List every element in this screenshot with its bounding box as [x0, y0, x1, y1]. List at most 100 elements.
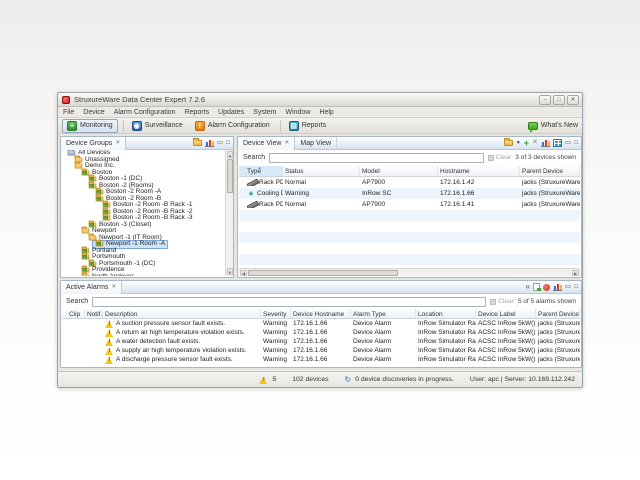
cell-description: A suction pressure sensor fault exists. — [103, 320, 261, 328]
clear-icon — [490, 299, 496, 305]
column-header-alarm-type[interactable]: Alarm Type — [351, 309, 416, 318]
tree-item-north-andover[interactable]: North Andover — [78, 273, 137, 277]
chart-icon[interactable] — [541, 139, 550, 147]
cell-device-label: ACSC InRow 5kW()172.16... — [476, 329, 536, 336]
device-row[interactable]: Cooling DeviceWarningInRow SC172.16.1.66… — [239, 188, 580, 199]
whats-new-icon — [528, 122, 538, 130]
alarm-row[interactable]: A water detection fault exists.Warning17… — [62, 337, 580, 346]
column-header-model[interactable]: Model — [360, 166, 438, 176]
cell-type: Rack PDU — [239, 179, 283, 186]
warning-icon — [259, 376, 268, 384]
whats-new-button[interactable]: What's New — [528, 122, 578, 130]
chart-icon[interactable] — [205, 139, 214, 147]
alarm-search-input[interactable] — [92, 297, 486, 307]
cell-parent-device: jacks (StruxureWare Data Cer — [520, 179, 580, 186]
device-row[interactable]: Rack PDUNormalAP7900172.16.1.42jacks (St… — [239, 177, 580, 188]
column-header-type[interactable]: Type — [239, 166, 283, 176]
cell-description: A supply air high temperature violation … — [103, 347, 261, 355]
minimize-icon[interactable]: ▭ — [565, 139, 571, 147]
device-clear-button[interactable]: Clear — [488, 154, 512, 161]
cell-text: A water detection fault exists. — [116, 338, 200, 345]
scroll-thumb[interactable] — [227, 159, 233, 193]
alarm-row[interactable]: A return air high temperature violation … — [62, 328, 580, 337]
menu-system[interactable]: System — [253, 109, 276, 116]
caret-down-icon[interactable]: ▼ — [516, 140, 521, 146]
device-table-hscrollbar[interactable]: ◀ ▶ — [239, 268, 580, 276]
minimize-icon[interactable]: ▭ — [217, 139, 223, 147]
device-table-header: TypeStatusModelHostnameParent Device — [239, 166, 580, 177]
scroll-right-icon[interactable]: ▶ — [572, 270, 579, 276]
column-header-description[interactable]: Description — [103, 309, 261, 318]
column-header-notif[interactable]: Notif... — [85, 309, 103, 318]
collapse-all-icon[interactable]: « — [525, 283, 529, 291]
tab-device-groups[interactable]: Device Groups ✕ — [61, 137, 126, 150]
menu-window[interactable]: Window — [286, 109, 311, 116]
menu-device[interactable]: Device — [83, 109, 104, 116]
workbench: Device Groups ✕ ▭ □ All DevicesUnassigne… — [58, 134, 582, 370]
warning-icon — [105, 329, 114, 337]
maximize-icon[interactable]: □ — [226, 139, 230, 147]
perspective-alarm-configuration[interactable]: !Alarm Configuration — [190, 119, 275, 133]
add-device-icon[interactable]: + — [524, 139, 529, 147]
column-header-device-hostname[interactable]: Device Hostname — [291, 309, 351, 318]
maximize-icon[interactable]: □ — [553, 95, 565, 105]
column-header-location[interactable]: Location — [416, 309, 476, 318]
menu-file[interactable]: File — [63, 109, 74, 116]
cell-severity: Warning — [261, 338, 291, 345]
perspective-monitoring[interactable]: +Monitoring — [62, 119, 118, 133]
menu-updates[interactable]: Updates — [218, 109, 244, 116]
scroll-up-icon[interactable]: ▲ — [227, 151, 233, 158]
close-icon[interactable]: ✕ — [115, 140, 120, 146]
device-row[interactable]: Rack PDUNormalAP7900172.16.1.41jacks (St… — [239, 199, 580, 210]
close-icon[interactable]: ✕ — [111, 284, 116, 290]
window-title: StruxureWare Data Center Expert 7.2.6 — [74, 95, 537, 104]
perspective-surveillance[interactable]: ◉Surveillance — [127, 119, 188, 133]
scroll-thumb[interactable] — [248, 270, 398, 276]
alarm-row[interactable]: A supply air high temperature violation … — [62, 346, 580, 355]
alarm-icon[interactable] — [543, 284, 550, 291]
table-icon[interactable] — [553, 139, 562, 147]
column-header-clip[interactable]: Clip — [62, 309, 85, 318]
alarm-clear-button[interactable]: Clear — [490, 298, 514, 305]
column-header-parent-device[interactable]: Parent Device — [536, 309, 580, 318]
discovery-icon — [345, 376, 352, 384]
scroll-down-icon[interactable]: ▼ — [227, 268, 233, 275]
title-bar[interactable]: StruxureWare Data Center Expert 7.2.6 – … — [58, 93, 582, 107]
chart-icon[interactable] — [553, 283, 562, 291]
column-header-parent-device[interactable]: Parent Device — [520, 166, 580, 176]
alarm-row[interactable]: A discharge pressure sensor fault exists… — [62, 355, 580, 364]
minimize-icon[interactable]: ▭ — [565, 283, 571, 291]
cell-status: Normal — [283, 201, 360, 208]
folder-icon[interactable] — [193, 140, 202, 146]
maximize-icon[interactable]: □ — [574, 283, 578, 291]
column-header-severity[interactable]: Severity — [261, 309, 291, 318]
menu-alarm-configuration[interactable]: Alarm Configuration — [114, 109, 176, 116]
delete-device-icon[interactable]: ✕ — [532, 139, 538, 147]
minimize-icon[interactable]: – — [539, 95, 551, 105]
menu-help[interactable]: Help — [319, 109, 333, 116]
scroll-left-icon[interactable]: ◀ — [240, 270, 247, 276]
close-icon[interactable]: ✕ — [567, 95, 579, 105]
perspective-reports[interactable]: ▤Reports — [284, 119, 332, 133]
empty-row — [239, 254, 580, 265]
close-icon[interactable]: ✕ — [284, 140, 289, 146]
column-header-device-label[interactable]: Device Label — [476, 309, 536, 318]
menu-reports[interactable]: Reports — [185, 109, 210, 116]
cell-model: InRow SC — [360, 190, 438, 197]
tab-map-view[interactable]: Map View — [295, 137, 337, 150]
folder-icon — [82, 274, 90, 276]
column-header-hostname[interactable]: Hostname — [438, 166, 520, 176]
tree-scrollbar[interactable]: ▲ ▼ — [225, 150, 233, 276]
empty-row — [239, 210, 580, 221]
tab-active-alarms[interactable]: Active Alarms ✕ — [61, 281, 122, 294]
toolbar-separator — [123, 120, 124, 132]
column-header-status[interactable]: Status — [283, 166, 360, 176]
tab-device-view[interactable]: Device View ✕ — [238, 137, 295, 150]
export-icon[interactable] — [533, 283, 540, 291]
whats-new-label: What's New — [541, 122, 578, 129]
cell-location: InRow Simulator Rack — [416, 356, 476, 363]
alarm-row[interactable]: A suction pressure sensor fault exists.W… — [62, 319, 580, 328]
export-folder-icon[interactable] — [504, 140, 513, 146]
maximize-icon[interactable]: □ — [574, 139, 578, 147]
device-search-input[interactable] — [269, 153, 484, 163]
